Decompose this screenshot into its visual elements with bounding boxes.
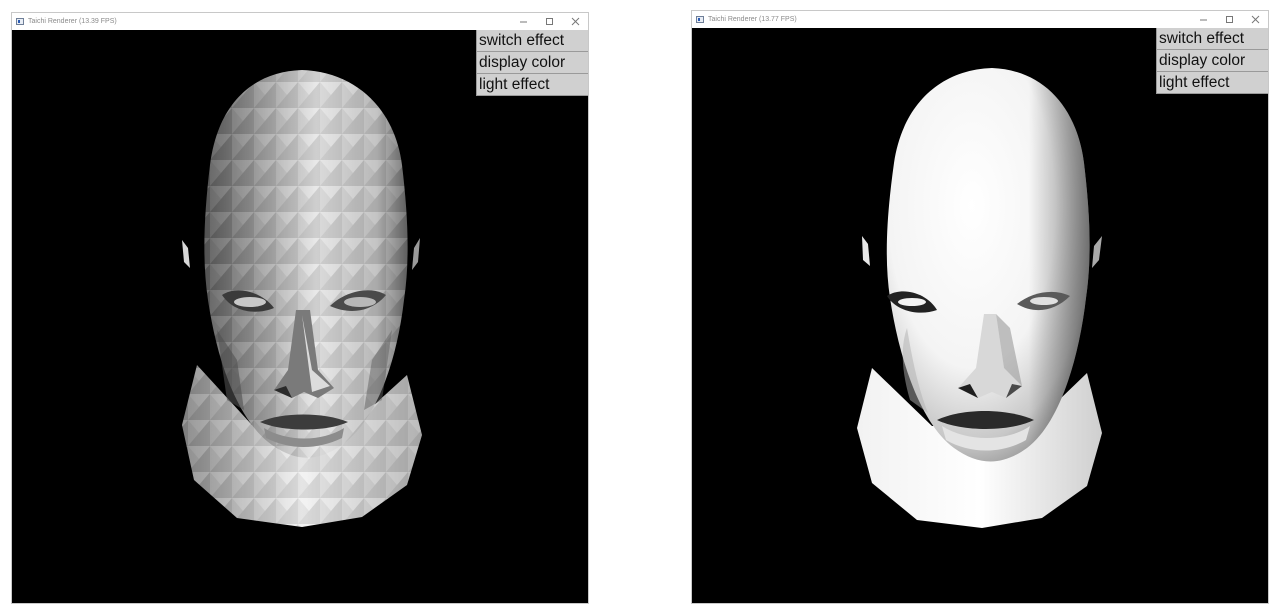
title-bar[interactable]: Taichi Renderer (13.77 FPS) xyxy=(692,11,1268,28)
renderer-window-smooth: Taichi Renderer (13.77 FPS) switch effec… xyxy=(691,10,1269,604)
minimize-icon[interactable] xyxy=(510,13,536,30)
app-icon xyxy=(696,16,704,23)
control-menu: switch effect display color light effect xyxy=(476,30,588,96)
render-canvas[interactable]: switch effect display color light effect xyxy=(692,28,1268,603)
light-effect-button[interactable]: light effect xyxy=(476,74,588,96)
close-icon[interactable] xyxy=(562,13,588,30)
title-bar[interactable]: Taichi Renderer (13.39 FPS) xyxy=(12,13,588,30)
switch-effect-button[interactable]: switch effect xyxy=(1156,28,1268,50)
control-menu: switch effect display color light effect xyxy=(1156,28,1268,94)
window-title: Taichi Renderer (13.39 FPS) xyxy=(28,18,117,25)
light-effect-button[interactable]: light effect xyxy=(1156,72,1268,94)
close-icon[interactable] xyxy=(1242,11,1268,28)
smooth-shaded-head-render xyxy=(857,68,1102,528)
app-icon xyxy=(16,18,24,25)
window-title: Taichi Renderer (13.77 FPS) xyxy=(708,16,797,23)
minimize-icon[interactable] xyxy=(1190,11,1216,28)
display-color-button[interactable]: display color xyxy=(476,52,588,74)
display-color-button[interactable]: display color xyxy=(1156,50,1268,72)
maximize-icon[interactable] xyxy=(536,13,562,30)
render-canvas[interactable]: switch effect display color light effect xyxy=(12,30,588,603)
switch-effect-button[interactable]: switch effect xyxy=(476,30,588,52)
flat-shaded-head-render xyxy=(182,70,422,527)
maximize-icon[interactable] xyxy=(1216,11,1242,28)
renderer-window-flat: Taichi Renderer (13.39 FPS) switch effec… xyxy=(11,12,589,604)
